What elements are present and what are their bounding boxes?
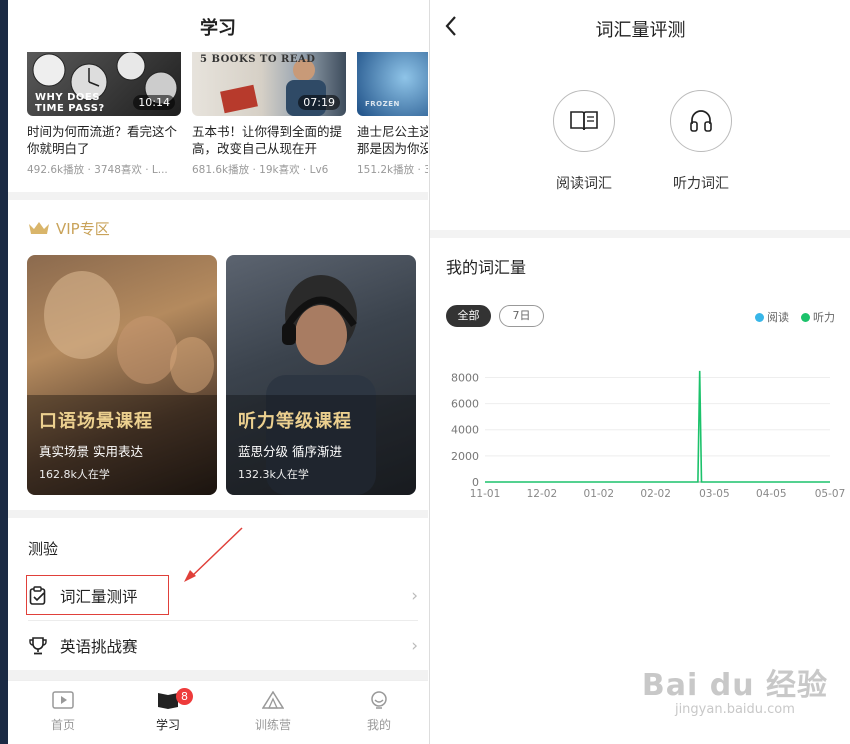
reading-vocab-label[interactable]: 阅读词汇 (534, 173, 634, 193)
trophy-icon (29, 637, 47, 655)
quiz-section: 测验 词汇量测评 › 英语挑战赛 › (8, 518, 428, 670)
video-thumbnail[interactable]: 5 BOOKS TO READ 07:19 (192, 52, 346, 116)
video-title[interactable]: 五本书！让你得到全面的提高，改变自己从现在开 (192, 123, 346, 157)
x-tick-label: 02-02 (640, 488, 671, 500)
series-line (485, 370, 830, 483)
video-card[interactable]: WHY DOES TIME PASS? 10:14 时间为何而流逝？看完这个你就… (27, 52, 181, 177)
video-duration: 07:19 (298, 95, 340, 110)
test-header: 词汇量评测 (430, 0, 850, 56)
watermark-url: jingyan.baidu.com (674, 702, 795, 717)
screen-edge (0, 0, 8, 744)
tab-profile[interactable]: 我的 (344, 691, 414, 733)
course-subtitle: 蓝思分级 循序渐进 (238, 444, 342, 459)
video-stats: 492.6k播放 · 3748喜欢 · L... (27, 164, 168, 176)
section-divider (430, 230, 850, 238)
page-title: 学习 (200, 18, 236, 39)
learning-header: 学习 (8, 0, 428, 56)
video-title[interactable]: 迪士尼公主这那是因为你没 (357, 123, 428, 157)
chevron-right-icon: › (411, 636, 418, 656)
divider (28, 620, 418, 621)
listening-vocab-button[interactable] (670, 90, 732, 152)
video-thumbnail[interactable]: FROZEN (357, 52, 428, 116)
video-duration: 10:14 (133, 95, 175, 110)
x-tick-label: 12-02 (527, 488, 558, 500)
tab-label: 首页 (50, 718, 75, 732)
course-subtitle: 真实场景 实用表达 (39, 444, 143, 459)
tent-icon (261, 690, 285, 709)
video-stats: 151.2k播放 · 3 (357, 164, 428, 176)
video-carousel[interactable]: WHY DOES TIME PASS? 10:14 时间为何而流逝？看完这个你就… (8, 52, 428, 192)
vocabulary-chart: 0200040006000800011-01 12-02 01-02 02-02 03-… (451, 370, 846, 500)
quiz-title: 测验 (28, 540, 59, 558)
filter-all-button[interactable]: 全部 (446, 305, 491, 327)
thumbnail-caption: 5 BOOKS TO READ (200, 54, 316, 65)
y-tick-label: 4000 (451, 424, 479, 437)
vip-header: VIP专区 (28, 218, 110, 238)
headphones-icon (690, 110, 712, 132)
watermark: Bai du 经验 jingyan.baidu.com (642, 660, 828, 717)
legend-label: 听力 (813, 311, 835, 324)
english-challenge-label: 英语挑战赛 (60, 638, 138, 656)
english-challenge-item[interactable]: 英语挑战赛 › (28, 626, 418, 666)
tab-label: 学习 (155, 718, 180, 732)
course-learners: 162.8k人在学 (39, 468, 110, 481)
profile-icon (371, 691, 387, 709)
y-tick-label: 2000 (451, 450, 479, 463)
section-title: 我的词汇量 (446, 258, 527, 277)
vip-section: VIP专区 口语场景课程 真实场景 实用表达 162.8k人在学 听力等级课程 … (8, 200, 428, 510)
tab-learning[interactable]: 8 学习 (133, 688, 203, 733)
legend-label: 阅读 (767, 311, 789, 324)
thumbnail-caption: FROZEN (365, 100, 400, 108)
course-card-listening[interactable]: 听力等级课程 蓝思分级 循序渐进 132.3k人在学 (226, 255, 416, 495)
tab-label: 训练营 (254, 718, 291, 732)
course-title: 口语场景课程 (39, 411, 153, 432)
video-stats: 681.6k播放 · 19k喜欢 · Lv6 (192, 164, 329, 176)
x-tick-label: 03-05 (699, 488, 730, 500)
legend-listening: 听力 (801, 309, 835, 325)
annotation-arrow-icon (184, 527, 243, 582)
notification-badge: 8 (176, 688, 193, 705)
y-tick-label: 8000 (451, 371, 479, 384)
bottom-tab-bar: 首页 8 学习 训练营 我的 (8, 680, 428, 744)
tab-camp[interactable]: 训练营 (238, 690, 308, 733)
y-tick-label: 6000 (451, 398, 479, 411)
tab-home[interactable]: 首页 (28, 691, 98, 733)
x-tick-label: 01-02 (584, 488, 615, 500)
video-thumbnail[interactable]: WHY DOES TIME PASS? 10:14 (27, 52, 181, 116)
watermark-brand: Bai du 经验 (641, 668, 828, 703)
chevron-right-icon: › (411, 586, 418, 606)
tab-label: 我的 (366, 718, 391, 732)
listening-vocab-label[interactable]: 听力词汇 (651, 173, 751, 193)
page-title: 词汇量评测 (595, 20, 686, 41)
thumbnail-caption: WHY DOES TIME PASS? (35, 92, 105, 114)
filter-7day-button[interactable]: 7日 (499, 305, 544, 327)
crown-icon (29, 222, 49, 234)
video-card[interactable]: FROZEN 迪士尼公主这那是因为你没 151.2k播放 · 3 (357, 52, 428, 177)
vip-title: VIP专区 (56, 219, 110, 238)
course-title: 听力等级课程 (238, 411, 352, 432)
book-icon (570, 111, 598, 131)
x-tick-label: 05-07 (815, 488, 846, 500)
legend-reading: 阅读 (755, 309, 789, 325)
course-learners: 132.3k人在学 (238, 468, 309, 481)
x-tick-label: 11-01 (470, 488, 501, 500)
highlight-box (26, 575, 169, 615)
video-title[interactable]: 时间为何而流逝？看完这个你就明白了 (27, 123, 181, 157)
x-tick-label: 04-05 (756, 488, 787, 500)
course-card-speaking[interactable]: 口语场景课程 真实场景 实用表达 162.8k人在学 (27, 255, 217, 495)
vocabulary-test-screen: 词汇量评测 阅读词汇 听力词汇 我的词汇量 全部 7日 阅读 听力 0 2000 4… (429, 0, 850, 744)
play-icon (52, 691, 74, 709)
reading-vocab-button[interactable] (553, 90, 615, 152)
legend-dot (755, 312, 764, 322)
learning-screen: 学习 WHY DOES TIME PASS? 10:14 时间为何而流逝？看完这… (0, 0, 428, 744)
video-card[interactable]: 5 BOOKS TO READ 07:19 五本书！让你得到全面的提高，改变自己… (192, 52, 346, 177)
legend-dot (801, 312, 810, 322)
